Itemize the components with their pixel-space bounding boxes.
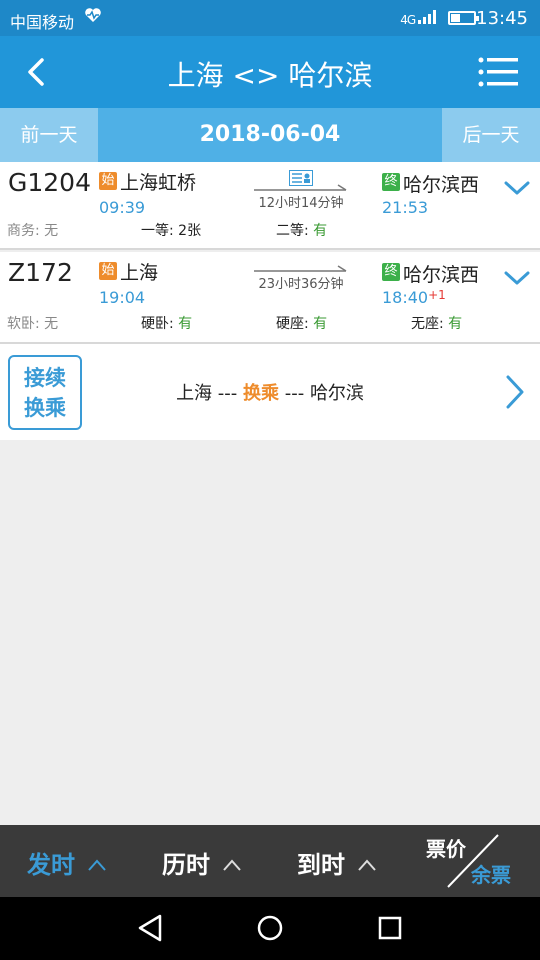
battery-icon (448, 11, 479, 25)
sort-remain-button[interactable]: 余票 (471, 859, 511, 888)
sort-arrive-button[interactable]: 到时 (297, 845, 377, 880)
depart-time: 09:39 (99, 198, 146, 217)
train-row[interactable]: G1204 始 上海虹桥 09:39 12小时14分钟 终 哈尔滨西 21:53… (0, 162, 540, 250)
train-code: G1204 (8, 168, 91, 197)
seat-second-class: 二等: 有 (276, 223, 328, 239)
duration: 12小时14分钟 (258, 196, 344, 211)
train-row[interactable]: Z172 始 上海 19:04 23小时36分钟 终 哈尔滨西 18:40+1 … (0, 252, 540, 344)
from-station: 上海虹桥 (120, 172, 197, 194)
from-station: 上海 (120, 262, 159, 284)
chevron-up-icon (358, 859, 377, 871)
start-badge: 始 (99, 262, 117, 280)
chevron-down-icon[interactable] (504, 268, 530, 288)
home-circle-icon[interactable] (256, 913, 284, 943)
recents-square-icon[interactable] (376, 913, 404, 943)
end-badge: 终 (382, 263, 400, 281)
chevron-up-icon (88, 859, 107, 871)
arrive-time: 18:40+1 (382, 288, 446, 307)
seat-hard-sleeper: 硬卧: 有 (141, 316, 193, 332)
chevron-right-icon[interactable] (504, 374, 526, 410)
to-station: 哈尔滨西 (403, 174, 480, 196)
duration: 23小时36分钟 (258, 277, 344, 292)
date-bar: 前一天 2018-06-04 后一天 (0, 108, 540, 162)
train-code: Z172 (8, 258, 73, 287)
next-day-button[interactable]: 后一天 (442, 108, 540, 162)
arrive-time: 21:53 (382, 198, 429, 217)
carrier-name: 中国移动 (10, 13, 75, 32)
sort-duration-button[interactable]: 历时 (162, 845, 242, 880)
prev-day-button[interactable]: 前一天 (0, 108, 98, 162)
menu-icon[interactable] (478, 56, 518, 88)
page-title: 上海 <> 哈尔滨 (167, 59, 373, 92)
seat-first-class: 一等: 2张 (141, 223, 202, 239)
seat-hard-seat: 硬座: 有 (276, 316, 328, 332)
end-badge: 终 (382, 173, 400, 191)
system-nav-bar (0, 897, 540, 960)
seat-soft-sleeper: 软卧: 无 (7, 316, 59, 332)
title-bar: 上海 <> 哈尔滨 (0, 36, 540, 108)
sort-depart-button[interactable]: 发时 (27, 845, 107, 880)
start-badge: 始 (99, 172, 117, 190)
seat-standing: 无座: 有 (411, 316, 463, 332)
seat-business: 商务: 无 (7, 223, 59, 239)
sort-bar: 发时 历时 到时 票价 余票 (0, 825, 540, 897)
chevron-down-icon[interactable] (504, 178, 530, 198)
clock: 13:45 (476, 8, 528, 29)
chevron-up-icon (223, 859, 242, 871)
depart-time: 19:04 (99, 288, 146, 307)
to-station: 哈尔滨西 (403, 264, 480, 286)
signal-icon: 4G (400, 8, 440, 27)
transfer-row[interactable]: 接续 换乘 上海 --- 换乘 --- 哈尔滨 (0, 344, 540, 440)
heart-icon (85, 8, 101, 22)
back-triangle-icon[interactable] (136, 913, 164, 943)
transfer-route: 上海 --- 换乘 --- 哈尔滨 (176, 383, 364, 404)
current-date[interactable]: 2018-06-04 (98, 108, 442, 162)
status-bar: 中国移动 4G 13:45 (0, 0, 540, 36)
